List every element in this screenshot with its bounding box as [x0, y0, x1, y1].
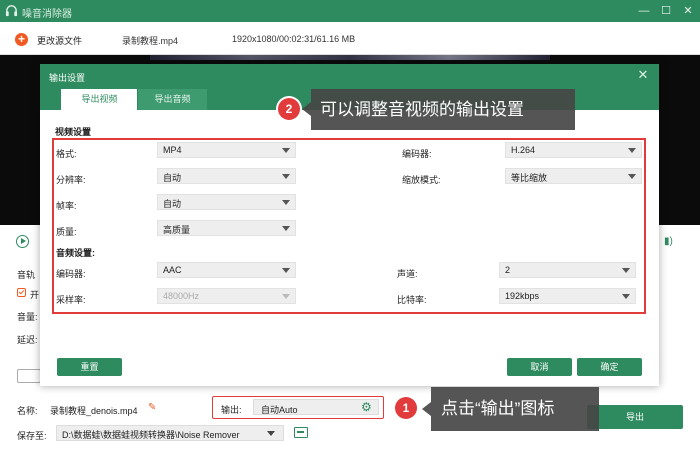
tab-export-video[interactable]: 导出视频 [61, 89, 138, 110]
save-to-label: 保存至: [17, 431, 47, 441]
chevron-down-icon [282, 226, 290, 231]
audio-encoder-select[interactable]: AAC [157, 262, 296, 278]
audio-encoder-value: AAC [163, 265, 182, 275]
chevron-down-icon [282, 268, 290, 273]
sample-rate-value: 48000Hz [163, 291, 200, 301]
zoom-mode-value: 等比缩放 [511, 173, 548, 183]
chevron-down-icon [282, 148, 290, 153]
frame-rate-label: 帧率: [56, 201, 77, 211]
enable-checkbox[interactable] [17, 288, 26, 297]
dialog-title: 输出设置 [49, 73, 86, 83]
chevron-down-icon [282, 174, 290, 179]
save-path-value: D:\数据蛙\数据蛙视频转换器\Noise Remover [62, 430, 240, 440]
chevron-down-icon [622, 294, 630, 299]
confirm-button[interactable]: 确定 [577, 358, 642, 376]
chevron-down-icon [282, 294, 290, 299]
cancel-button[interactable]: 取消 [507, 358, 572, 376]
audio-track-panel: 音轨 开 音量: 延迟: [0, 257, 41, 387]
callout-text-2: 可以调整音视频的输出设置 [320, 100, 524, 119]
audio-settings-heading: 音频设置: [56, 248, 95, 258]
zoom-mode-select[interactable]: 等比缩放 [505, 168, 642, 184]
video-encoder-value: H.264 [511, 145, 536, 155]
file-toolbar: + 更改源文件 录制教程.mp4 1920x1080/00:02:31/61.1… [0, 22, 700, 55]
frame-rate-select[interactable]: 自动 [157, 194, 296, 210]
chevron-down-icon [267, 431, 275, 436]
chevron-down-icon [628, 148, 636, 153]
zoom-mode-label: 缩放模式: [402, 175, 441, 185]
callout-pointer [302, 102, 311, 116]
chevron-down-icon [628, 174, 636, 179]
frame-rate-value: 自动 [163, 199, 182, 209]
folder-icon[interactable] [294, 427, 308, 438]
resolution-value: 自动 [163, 173, 182, 183]
volume-icon[interactable]: ▮) [664, 236, 676, 247]
headphones-icon [5, 5, 18, 17]
name-label: 名称: [17, 406, 38, 416]
chevron-down-icon [282, 200, 290, 205]
step-badge-2: 2 [278, 98, 300, 120]
enable-label: 开 [30, 290, 40, 300]
quality-value: 高质量 [163, 225, 191, 235]
source-file-meta: 1920x1080/00:02:31/61.16 MB [232, 34, 356, 44]
quality-label: 质量: [56, 227, 77, 237]
chevron-down-icon [622, 268, 630, 273]
delay-label: 延迟: [17, 335, 38, 345]
quality-select[interactable]: 高质量 [157, 220, 296, 236]
sample-rate-select: 48000Hz [157, 288, 296, 304]
video-frame [150, 55, 550, 60]
close-button[interactable]: ✕ [680, 3, 696, 19]
title-bar: 噪音消除器 — ☐ ✕ [0, 0, 700, 22]
video-settings-heading: 视频设置 [55, 127, 92, 137]
channel-value: 2 [505, 265, 511, 275]
sample-rate-label: 采样率: [56, 295, 86, 305]
bitrate-value: 192kbps [505, 291, 540, 301]
app-title: 噪音消除器 [22, 9, 72, 20]
video-encoder-label: 编码器: [402, 149, 432, 159]
maximize-button[interactable]: ☐ [658, 3, 674, 19]
callout-text-1: 点击“输出”图标 [441, 399, 555, 418]
output-selector-highlight: 输出: 自动Auto ⚙ [212, 396, 384, 419]
edit-pencil-icon[interactable]: ✎ [148, 402, 159, 413]
gear-icon[interactable]: ⚙ [361, 401, 373, 413]
step-badge-1: 1 [395, 397, 417, 419]
callout-pointer [422, 402, 431, 416]
source-file-name: 录制教程.mp4 [122, 36, 179, 46]
format-label: 格式: [56, 149, 77, 159]
format-select[interactable]: MP4 [157, 142, 296, 158]
output-format-value: 自动Auto [261, 405, 298, 415]
bitrate-select[interactable]: 192kbps [499, 288, 636, 304]
change-source-button[interactable]: 更改源文件 [37, 34, 82, 47]
save-path-dropdown[interactable]: D:\数据蛙\数据蛙视频转换器\Noise Remover [56, 425, 284, 441]
format-value: MP4 [163, 145, 182, 155]
reset-button[interactable]: 重置 [57, 358, 122, 376]
callout-click-output: 点击“输出”图标 [422, 387, 599, 431]
channel-label: 声道: [397, 269, 418, 279]
callout-output-settings: 可以调整音视频的输出设置 [302, 89, 575, 130]
play-icon[interactable] [16, 235, 29, 248]
video-encoder-select[interactable]: H.264 [505, 142, 642, 158]
resolution-select[interactable]: 自动 [157, 168, 296, 184]
resolution-label: 分辨率: [56, 175, 86, 185]
output-format-field[interactable]: 自动Auto ⚙ [253, 399, 379, 415]
volume-label: 音量: [17, 312, 38, 322]
bitrate-label: 比特率: [397, 295, 427, 305]
close-icon[interactable]: ✕ [636, 68, 650, 82]
audio-track-label: 音轨 [17, 270, 36, 280]
minimize-button[interactable]: — [636, 3, 652, 19]
output-file-name: 录制教程_denois.mp4 [50, 406, 138, 416]
audio-encoder-label: 编码器: [56, 269, 86, 279]
tab-export-audio[interactable]: 导出音频 [137, 89, 207, 110]
plus-icon[interactable]: + [15, 33, 28, 46]
export-button[interactable]: 导出 [587, 405, 683, 429]
track-field[interactable] [17, 369, 41, 383]
output-label: 输出: [221, 405, 242, 415]
channel-select[interactable]: 2 [499, 262, 636, 278]
